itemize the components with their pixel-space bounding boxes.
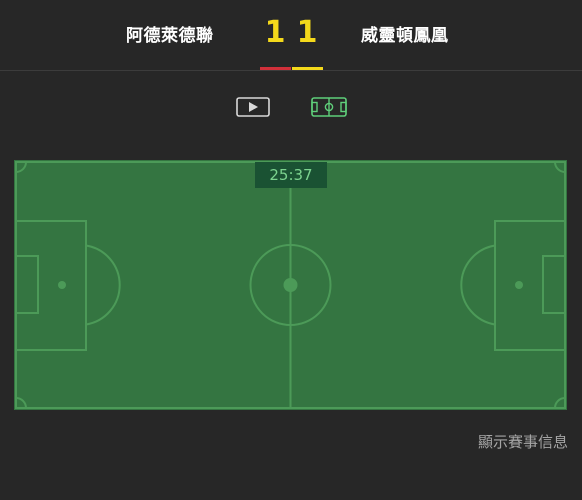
match-clock: 25:37	[255, 162, 327, 188]
show-match-info-link[interactable]: 顯示賽事信息	[478, 431, 568, 452]
left-penalty-spot	[58, 281, 66, 289]
home-color-bar	[260, 67, 291, 70]
field-view-button[interactable]	[311, 96, 347, 118]
home-team-name: 阿德萊德聯	[126, 26, 214, 46]
away-team-name: 威靈頓鳳凰	[361, 26, 449, 46]
away-color-bar	[292, 67, 323, 70]
right-penalty-spot	[515, 281, 523, 289]
pitch-graphic	[14, 160, 567, 410]
play-video-icon	[236, 97, 270, 117]
pitch-view-icon	[311, 97, 347, 117]
center-spot	[283, 278, 298, 292]
soccer-pitch	[14, 160, 567, 410]
scoreboard-header: 阿德萊德聯 1 1 威靈頓鳳凰	[0, 0, 582, 71]
home-score: 1	[264, 15, 286, 50]
away-score: 1	[296, 15, 318, 50]
live-match-widget: 阿德萊德聯 1 1 威靈頓鳳凰 25:37 顯示賽事信息	[0, 0, 582, 500]
video-view-button[interactable]	[236, 96, 271, 118]
